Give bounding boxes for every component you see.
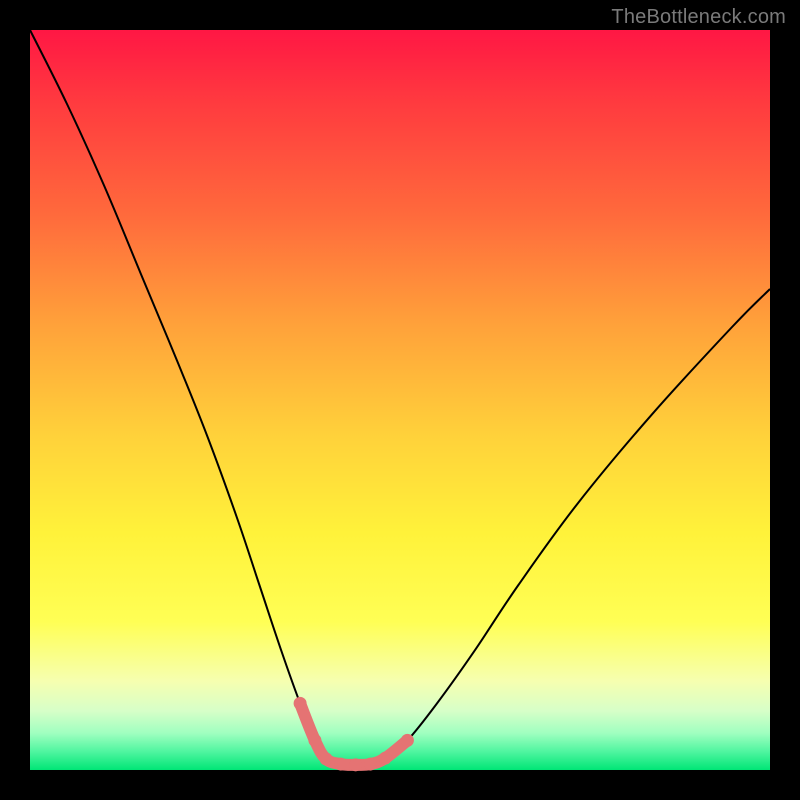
highlight-dot	[401, 734, 414, 747]
highlight-dot	[364, 758, 377, 771]
highlight-dot	[308, 734, 321, 747]
plot-background	[30, 30, 770, 770]
highlight-dot	[320, 752, 333, 765]
chart-frame: TheBottleneck.com	[0, 0, 800, 800]
highlight-dot	[349, 758, 362, 771]
highlight-dot	[334, 758, 347, 771]
chart-canvas	[0, 0, 800, 800]
highlight-dot	[379, 752, 392, 765]
highlight-dot	[294, 697, 307, 710]
watermark-text: TheBottleneck.com	[611, 6, 786, 29]
